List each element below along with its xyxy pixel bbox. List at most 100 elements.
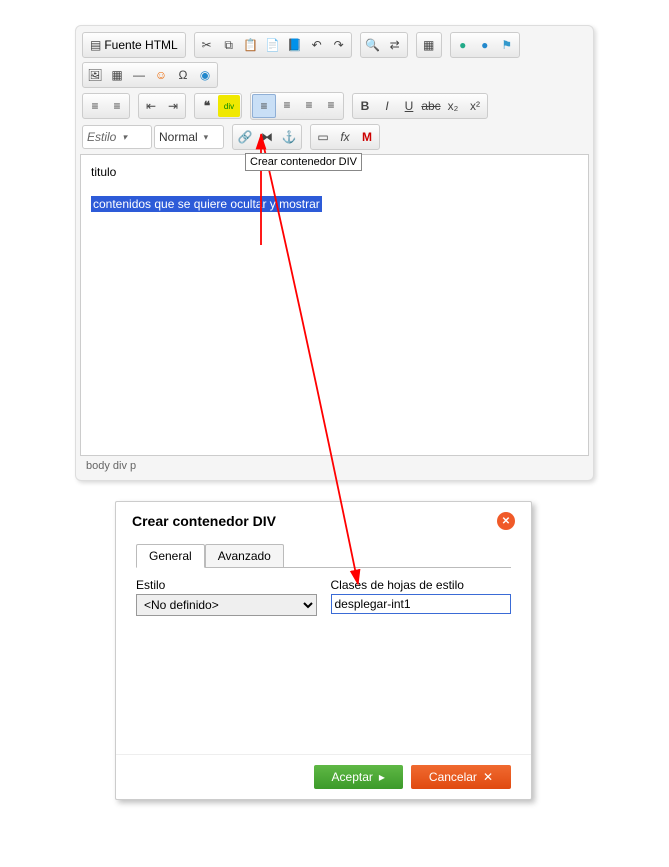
tab-advanced[interactable]: Avanzado bbox=[205, 544, 284, 568]
numbered-list-button[interactable]: ≡ bbox=[84, 95, 106, 117]
italic-button[interactable]: I bbox=[376, 95, 398, 117]
paste-text-icon: 📄 bbox=[265, 38, 280, 52]
source-button[interactable]: ▤Fuente HTML bbox=[84, 34, 184, 56]
superscript-button[interactable]: x² bbox=[464, 95, 486, 117]
quote-icon: ❝ bbox=[204, 99, 210, 113]
style-select[interactable]: <No definido> bbox=[136, 594, 317, 616]
style-dropdown[interactable]: Estilo ▾ bbox=[82, 125, 152, 149]
div-tooltip: Crear contenedor DIV bbox=[245, 153, 362, 171]
bullet-list-icon: ≡ bbox=[113, 99, 120, 113]
image-button[interactable]: 🖼 bbox=[84, 64, 106, 86]
smiley-icon: ☺ bbox=[155, 68, 167, 82]
replace-icon: ⇄ bbox=[390, 38, 400, 52]
align-justify-icon: ≡ bbox=[327, 98, 334, 112]
source-label: Fuente HTML bbox=[104, 38, 177, 52]
close-button[interactable]: ✕ bbox=[497, 512, 515, 530]
toolbar-row-3: ≡ ≡ ⇤ ⇥ ❝ div ≡ ≡ ≡ ≡ B I U abc x₂ x² bbox=[80, 90, 589, 122]
omega-icon: Ω bbox=[179, 68, 188, 82]
create-div-dialog: Crear contenedor DIV ✕ General Avanzado … bbox=[115, 501, 532, 800]
indent-button[interactable]: ⇥ bbox=[162, 95, 184, 117]
paste-word-icon: 📘 bbox=[287, 38, 302, 52]
source-icon: ▤ bbox=[90, 38, 101, 52]
outdent-button[interactable]: ⇤ bbox=[140, 95, 162, 117]
plugin1-button[interactable]: ● bbox=[452, 34, 474, 56]
x-icon: ✕ bbox=[483, 770, 493, 784]
redo-icon: ↷ bbox=[334, 38, 344, 52]
accept-button[interactable]: Aceptar ▸ bbox=[314, 765, 403, 789]
play-icon: ▸ bbox=[379, 770, 385, 784]
bullet-list-button[interactable]: ≡ bbox=[106, 95, 128, 117]
globe-icon: ● bbox=[459, 38, 466, 52]
underline-icon: U bbox=[405, 99, 414, 113]
scissors-icon: ✂ bbox=[202, 38, 212, 52]
align-left-button[interactable]: ≡ bbox=[252, 94, 276, 118]
undo-icon: ↶ bbox=[312, 38, 322, 52]
undo-button[interactable]: ↶ bbox=[306, 34, 328, 56]
bold-button[interactable]: B bbox=[354, 95, 376, 117]
align-left-icon: ≡ bbox=[260, 99, 267, 113]
unlink-icon: ⧓ bbox=[261, 130, 273, 144]
bold-icon: B bbox=[361, 99, 370, 113]
iframe-button[interactable]: ◉ bbox=[194, 64, 216, 86]
chevron-down-icon: ▾ bbox=[122, 132, 127, 143]
style-dropdown-label: Estilo bbox=[87, 130, 116, 144]
paste-text-button[interactable]: 📄 bbox=[262, 34, 284, 56]
table-icon: ▦ bbox=[111, 68, 122, 82]
copy-button[interactable]: ⧉ bbox=[218, 34, 240, 56]
select-all-button[interactable]: ▦ bbox=[418, 34, 440, 56]
create-div-button[interactable]: div bbox=[218, 95, 240, 117]
redo-button[interactable]: ↷ bbox=[328, 34, 350, 56]
toolbar-row-1: ▤Fuente HTML ✂ ⧉ 📋 📄 📘 ↶ ↷ 🔍 ⇄ ▦ ● ● ⚑ bbox=[80, 30, 589, 60]
plugin3-button[interactable]: ⚑ bbox=[496, 34, 518, 56]
numbered-list-icon: ≡ bbox=[91, 99, 98, 113]
strike-button[interactable]: abc bbox=[420, 95, 442, 117]
plugin2-button[interactable]: ● bbox=[474, 34, 496, 56]
media-button[interactable]: ▭ bbox=[312, 126, 334, 148]
link-icon: 🔗 bbox=[238, 130, 253, 144]
unlink-button[interactable]: ⧓ bbox=[256, 126, 278, 148]
paste-word-button[interactable]: 📘 bbox=[284, 34, 306, 56]
m-icon: M bbox=[362, 130, 372, 144]
m-button[interactable]: M bbox=[356, 126, 378, 148]
paste-button[interactable]: 📋 bbox=[240, 34, 262, 56]
link-button[interactable]: 🔗 bbox=[234, 126, 256, 148]
cut-button[interactable]: ✂ bbox=[196, 34, 218, 56]
rule-icon: ― bbox=[133, 68, 145, 82]
outdent-icon: ⇤ bbox=[146, 99, 156, 113]
tab-general[interactable]: General bbox=[136, 544, 205, 568]
align-right-icon: ≡ bbox=[305, 98, 312, 112]
format-dropdown[interactable]: Normal▾ bbox=[154, 125, 224, 149]
indent-icon: ⇥ bbox=[168, 99, 178, 113]
style-field-label: Estilo bbox=[136, 578, 317, 592]
subscript-icon: x₂ bbox=[448, 99, 459, 113]
anchor-button[interactable]: ⚓ bbox=[278, 126, 300, 148]
find-button[interactable]: 🔍 bbox=[362, 34, 384, 56]
chevron-down-icon: ▾ bbox=[204, 132, 209, 143]
status-bar: body div p bbox=[80, 456, 589, 476]
dialog-tabs: General Avanzado bbox=[136, 544, 511, 568]
close-icon: ✕ bbox=[502, 516, 510, 527]
classes-input[interactable] bbox=[331, 594, 512, 614]
align-justify-button[interactable]: ≡ bbox=[320, 94, 342, 116]
toolbar-row-4: Estilo ▾ Normal▾ 🔗 ⧓ ⚓ ▭ fx M bbox=[80, 122, 589, 152]
rule-button[interactable]: ― bbox=[128, 64, 150, 86]
paste-icon: 📋 bbox=[243, 38, 258, 52]
formula-button[interactable]: fx bbox=[334, 126, 356, 148]
replace-button[interactable]: ⇄ bbox=[384, 34, 406, 56]
cancel-button[interactable]: Cancelar✕ bbox=[411, 765, 511, 789]
blockquote-button[interactable]: ❝ bbox=[196, 95, 218, 117]
select-all-icon: ▦ bbox=[423, 38, 434, 52]
align-center-button[interactable]: ≡ bbox=[276, 94, 298, 116]
editor-content-area[interactable]: titulo contenidos que se quiere ocultar … bbox=[80, 154, 589, 456]
subscript-button[interactable]: x₂ bbox=[442, 95, 464, 117]
accept-label: Aceptar bbox=[332, 770, 373, 784]
smiley-button[interactable]: ☺ bbox=[150, 64, 172, 86]
align-center-icon: ≡ bbox=[283, 98, 290, 112]
fx-icon: fx bbox=[340, 130, 349, 144]
user-icon: ● bbox=[481, 38, 488, 52]
special-char-button[interactable]: Ω bbox=[172, 64, 194, 86]
table-button[interactable]: ▦ bbox=[106, 64, 128, 86]
classes-field-label: Clases de hojas de estilo bbox=[331, 578, 512, 592]
align-right-button[interactable]: ≡ bbox=[298, 94, 320, 116]
underline-button[interactable]: U bbox=[398, 95, 420, 117]
